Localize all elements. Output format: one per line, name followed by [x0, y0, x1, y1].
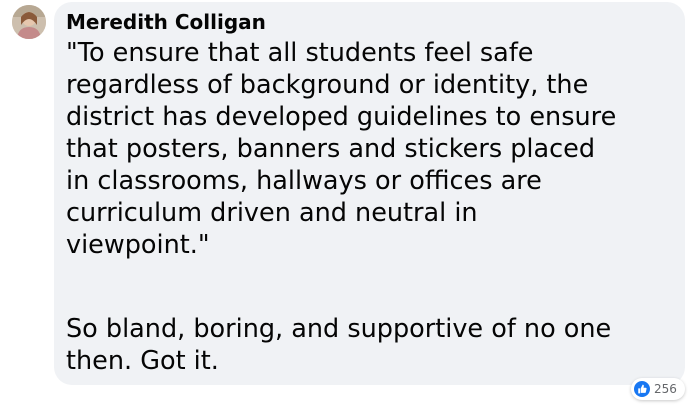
- comment-line: that posters, banners and stickers place…: [66, 134, 596, 164]
- comment-paragraph-1: "To ensure that all students feel safe r…: [66, 37, 678, 261]
- comment-author[interactable]: Meredith Colligan: [66, 9, 266, 35]
- reaction-count: 256: [654, 382, 677, 396]
- comment-line: curriculum driven and neutral in: [66, 198, 478, 228]
- profile-photo-icon: [12, 5, 46, 39]
- comment-line: "To ensure that all students feel safe: [66, 38, 534, 68]
- comment-line: in classrooms, hallways or offices are: [66, 166, 542, 196]
- comment-paragraph-2: So bland, boring, and supportive of no o…: [66, 313, 678, 377]
- comment-bubble: Meredith Colligan "To ensure that all st…: [54, 2, 685, 385]
- comment-line: So bland, boring, and supportive of no o…: [66, 314, 612, 344]
- avatar[interactable]: [12, 5, 46, 39]
- comment-line: then. Got it.: [66, 346, 219, 376]
- comment-line: district has developed guidelines to ens…: [66, 102, 617, 132]
- like-icon: [634, 381, 650, 397]
- reaction-summary[interactable]: 256: [631, 378, 685, 400]
- comment-line: regardless of background or identity, th…: [66, 70, 589, 100]
- comment-line: viewpoint.": [66, 230, 210, 260]
